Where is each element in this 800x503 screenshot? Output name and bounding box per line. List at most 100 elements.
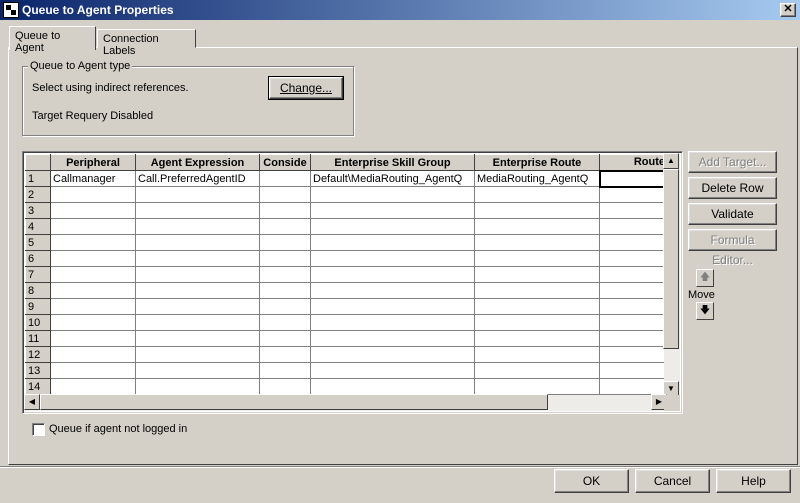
validate-button[interactable]: Validate: [688, 203, 777, 225]
grid-cell[interactable]: [474, 378, 600, 395]
grid-cell[interactable]: [50, 186, 136, 203]
column-header[interactable]: Route: [599, 154, 668, 171]
grid-horizontal-scrollbar[interactable]: ◀ ▶: [24, 394, 667, 411]
grid-cell[interactable]: [50, 266, 136, 283]
grid-cell[interactable]: [50, 234, 136, 251]
column-header[interactable]: Agent Expression: [135, 154, 260, 171]
grid-cell[interactable]: [135, 330, 260, 347]
grid-cell[interactable]: [259, 266, 311, 283]
grid-cell[interactable]: MediaRouting_AgentQ: [474, 170, 600, 187]
table-row[interactable]: 3: [25, 202, 668, 219]
grid-cell[interactable]: [259, 202, 311, 219]
grid-cell[interactable]: [259, 250, 311, 267]
row-header[interactable]: 10: [25, 314, 51, 331]
grid-cell[interactable]: [474, 266, 600, 283]
grid-cell[interactable]: [259, 298, 311, 315]
help-button[interactable]: Help: [716, 469, 791, 493]
grid-cell[interactable]: [310, 234, 475, 251]
grid-cell[interactable]: [310, 250, 475, 267]
grid-cell[interactable]: [135, 378, 260, 395]
grid-cell[interactable]: [310, 298, 475, 315]
grid-vertical-scrollbar[interactable]: ▲ ▼: [663, 153, 680, 397]
table-row[interactable]: 5: [25, 234, 668, 251]
grid-cell[interactable]: [474, 362, 600, 379]
grid-cell[interactable]: [135, 202, 260, 219]
row-header[interactable]: 13: [25, 362, 51, 379]
grid-cell[interactable]: [599, 330, 668, 347]
tab-connection-labels[interactable]: Connection Labels: [97, 29, 196, 57]
grid-cell[interactable]: [310, 330, 475, 347]
grid-cell[interactable]: [135, 218, 260, 235]
grid-cell[interactable]: [599, 218, 668, 235]
row-header[interactable]: 1: [25, 170, 51, 187]
grid-cell[interactable]: [310, 346, 475, 363]
row-header[interactable]: 2: [25, 186, 51, 203]
table-row[interactable]: 4: [25, 218, 668, 235]
grid-cell[interactable]: [598, 169, 669, 188]
grid-cell[interactable]: [259, 170, 311, 187]
grid-cell[interactable]: [599, 202, 668, 219]
add-target-button[interactable]: Add Target...: [688, 151, 777, 173]
grid-cell[interactable]: [474, 234, 600, 251]
grid-cell[interactable]: [599, 282, 668, 299]
column-header[interactable]: Conside: [259, 154, 311, 171]
table-row[interactable]: 7: [25, 266, 668, 283]
table-row[interactable]: 14: [25, 378, 668, 395]
move-down-icon[interactable]: 🡇: [696, 302, 714, 320]
row-header[interactable]: 3: [25, 202, 51, 219]
grid-cell[interactable]: [599, 298, 668, 315]
grid-cell[interactable]: [259, 330, 311, 347]
column-header[interactable]: Peripheral: [50, 154, 136, 171]
queue-if-not-logged-checkbox[interactable]: [32, 423, 45, 436]
grid-cell[interactable]: [50, 330, 136, 347]
grid-cell[interactable]: [474, 330, 600, 347]
grid-cell[interactable]: [135, 186, 260, 203]
grid-cell[interactable]: [259, 362, 311, 379]
grid-cell[interactable]: [599, 186, 668, 203]
grid-cell[interactable]: [599, 234, 668, 251]
grid-cell[interactable]: [474, 314, 600, 331]
grid-cell[interactable]: [474, 186, 600, 203]
grid-cell[interactable]: [259, 378, 311, 395]
grid-cell[interactable]: [135, 298, 260, 315]
horizontal-scroll-thumb[interactable]: [40, 394, 548, 410]
grid-cell[interactable]: [599, 362, 668, 379]
change-button[interactable]: Change...: [268, 76, 344, 100]
grid-cell[interactable]: [135, 362, 260, 379]
grid-cell[interactable]: [474, 346, 600, 363]
table-row[interactable]: 6: [25, 250, 668, 267]
row-header[interactable]: 4: [25, 218, 51, 235]
column-header[interactable]: Enterprise Route: [474, 154, 600, 171]
grid-cell[interactable]: [50, 378, 136, 395]
grid-cell[interactable]: [599, 378, 668, 395]
grid-cell[interactable]: [474, 218, 600, 235]
grid-cell[interactable]: [599, 266, 668, 283]
grid-cell[interactable]: [259, 218, 311, 235]
vertical-scroll-thumb[interactable]: [663, 169, 679, 349]
grid-cell[interactable]: [310, 266, 475, 283]
grid-cell[interactable]: [599, 250, 668, 267]
close-button[interactable]: ✕: [780, 3, 796, 17]
row-header[interactable]: 7: [25, 266, 51, 283]
table-row[interactable]: 12: [25, 346, 668, 363]
grid-cell[interactable]: [599, 346, 668, 363]
grid-cell[interactable]: [50, 250, 136, 267]
row-header[interactable]: 11: [25, 330, 51, 347]
tab-queue-to-agent[interactable]: Queue to Agent: [9, 26, 96, 54]
ok-button[interactable]: OK: [554, 469, 629, 493]
grid-cell[interactable]: [259, 282, 311, 299]
table-row[interactable]: 13: [25, 362, 668, 379]
grid-cell[interactable]: [259, 186, 311, 203]
formula-editor-button[interactable]: Formula Editor...: [688, 229, 777, 267]
grid-cell[interactable]: [259, 314, 311, 331]
scroll-up-icon[interactable]: ▲: [663, 153, 679, 169]
grid-cell[interactable]: [135, 234, 260, 251]
grid-cell[interactable]: [310, 314, 475, 331]
grid-cell[interactable]: [310, 378, 475, 395]
grid-cell[interactable]: [135, 346, 260, 363]
scroll-left-icon[interactable]: ◀: [24, 394, 40, 410]
grid-cell[interactable]: [50, 298, 136, 315]
grid-cell[interactable]: [474, 250, 600, 267]
grid-cell[interactable]: [474, 282, 600, 299]
table-row[interactable]: 2: [25, 186, 668, 203]
